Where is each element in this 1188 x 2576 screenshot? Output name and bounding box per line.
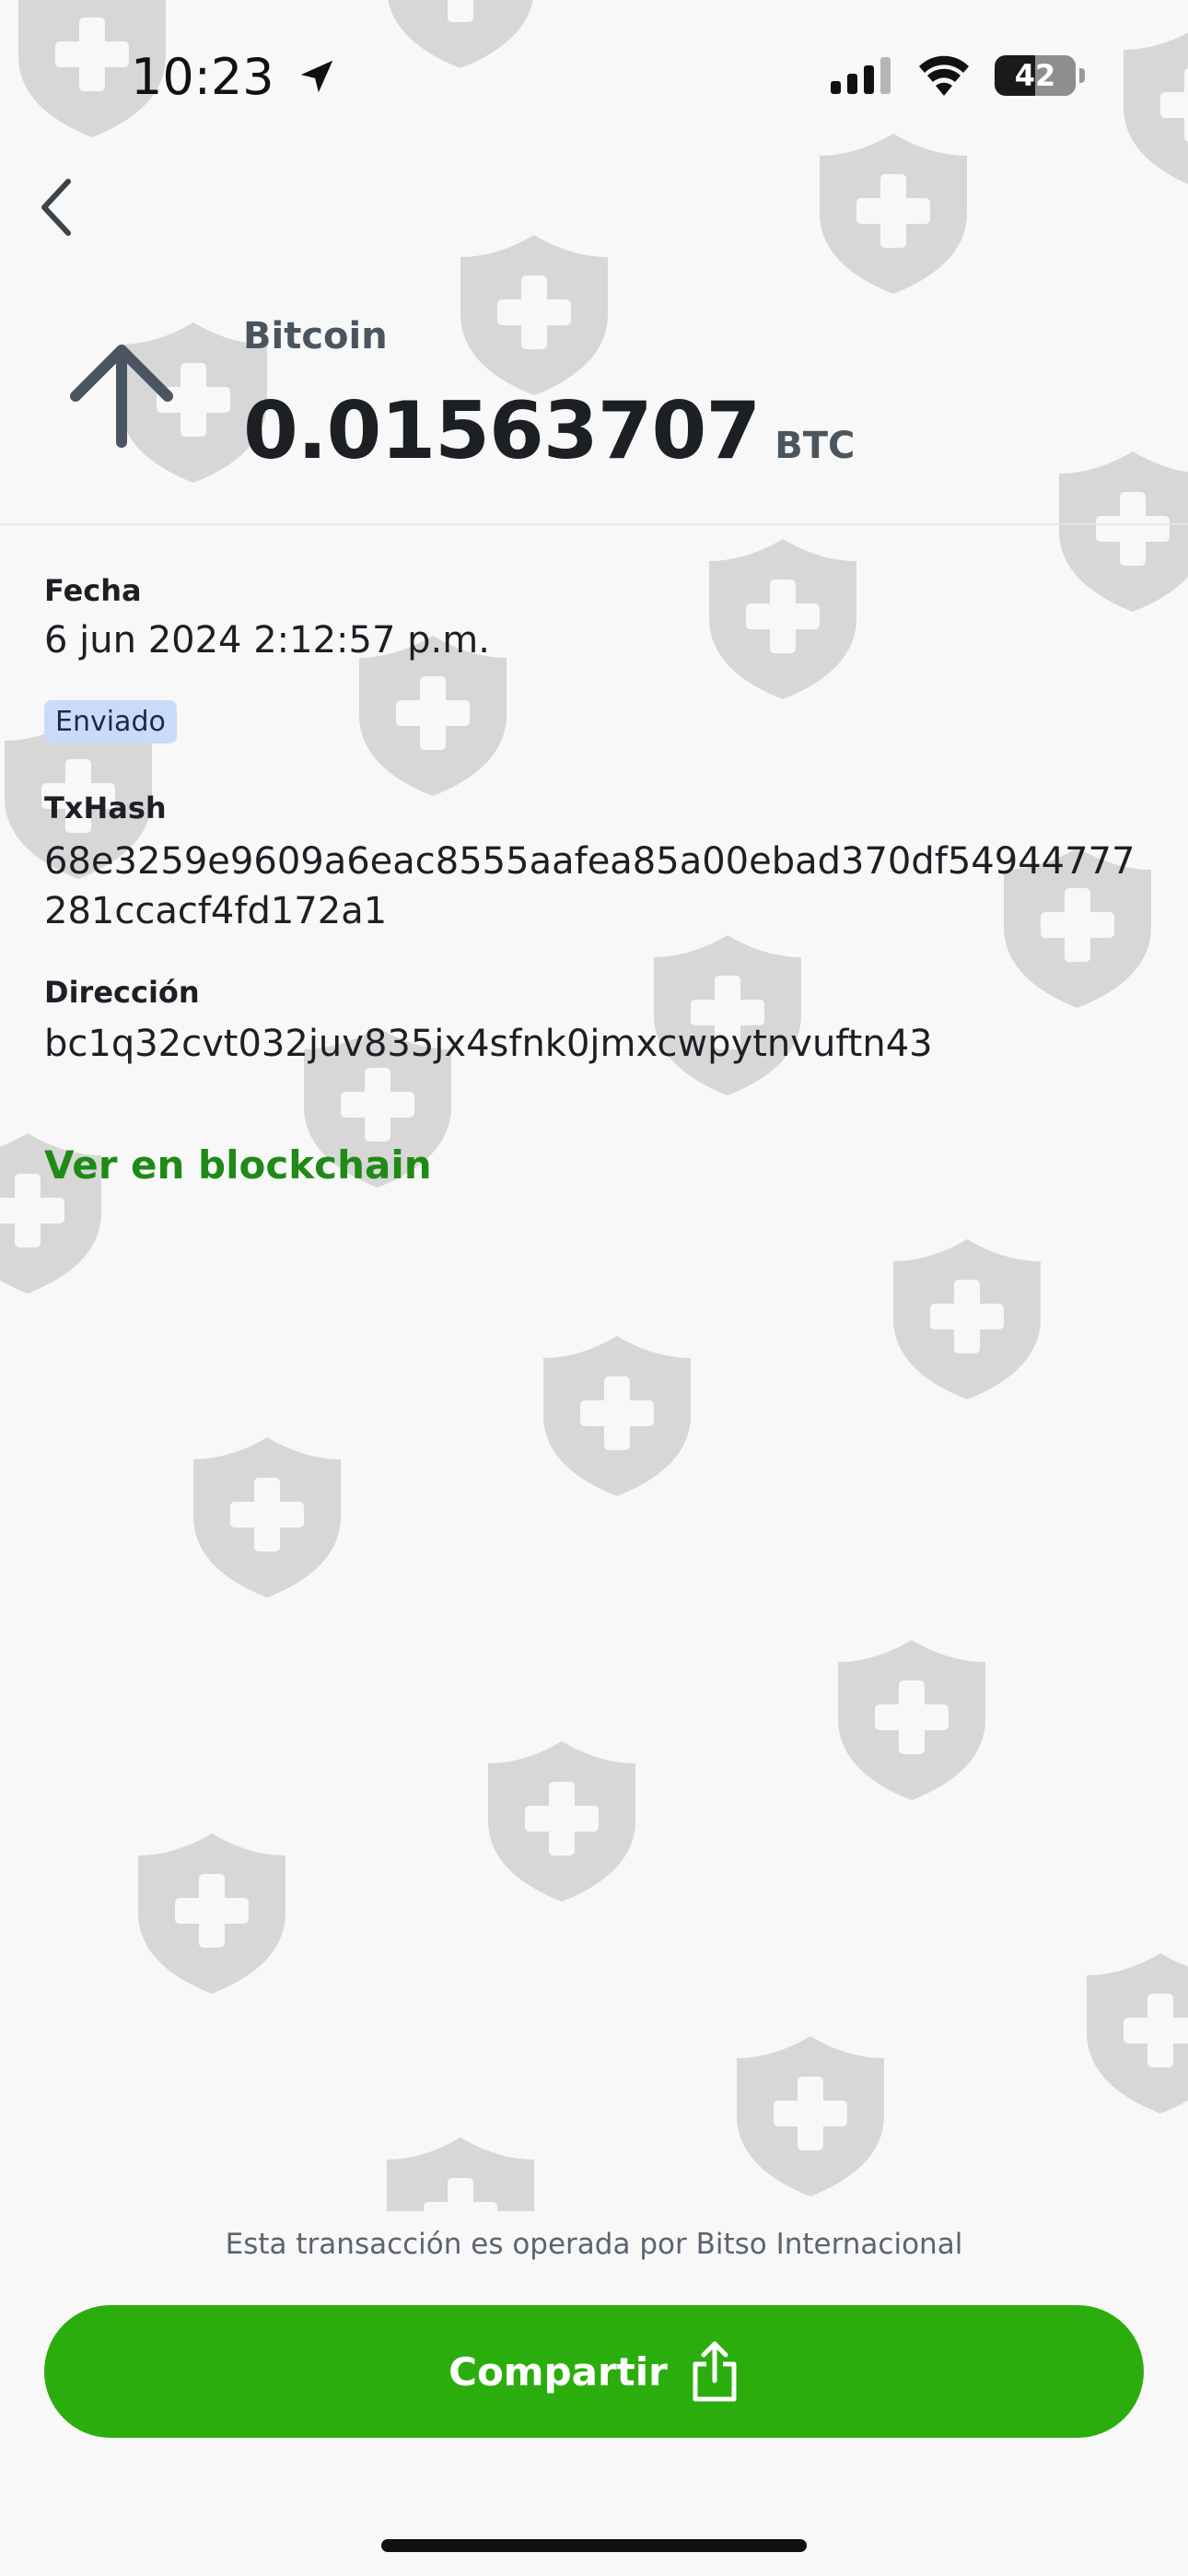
chevron-left-icon bbox=[41, 179, 71, 236]
address-value: bc1q32cvt032juv835jx4sfnk0jmxcwpytnvuftn… bbox=[44, 1023, 933, 1065]
battery-level: 42 bbox=[1014, 58, 1056, 93]
back-button[interactable] bbox=[28, 175, 83, 240]
address-label: Dirección bbox=[44, 975, 200, 1010]
shield-watermark-icon bbox=[488, 1741, 635, 1902]
view-on-blockchain-link[interactable]: Ver en blockchain bbox=[44, 1142, 432, 1188]
shield-watermark-icon bbox=[820, 134, 967, 294]
share-icon bbox=[693, 2341, 737, 2402]
operator-note: Esta transacción es operada por Bitso In… bbox=[225, 2228, 963, 2261]
date-value: 6 jun 2024 2:12:57 p.m. bbox=[44, 619, 490, 662]
shield-watermark-icon bbox=[193, 1437, 341, 1598]
clock-text: 10:23 bbox=[131, 48, 274, 106]
transaction-amount: 0.01563707 bbox=[243, 385, 761, 477]
shield-watermark-icon bbox=[460, 235, 608, 395]
shield-watermark-icon bbox=[1124, 28, 1188, 188]
shield-watermark-pattern bbox=[0, 0, 1188, 2211]
shield-watermark-icon bbox=[1087, 1953, 1188, 2113]
share-button[interactable]: Compartir bbox=[44, 2305, 1144, 2438]
battery-indicator: 42 bbox=[995, 55, 1085, 96]
wifi-icon bbox=[919, 55, 969, 96]
battery-icon: 42 bbox=[995, 55, 1076, 96]
shield-watermark-icon bbox=[387, 2137, 534, 2211]
asset-name: Bitcoin bbox=[243, 315, 388, 357]
shield-watermark-icon bbox=[737, 2036, 884, 2196]
shield-watermark-icon bbox=[138, 1833, 285, 1994]
shield-watermark-icon bbox=[387, 0, 534, 68]
shield-watermark-icon bbox=[709, 539, 856, 699]
currency-code: BTC bbox=[775, 425, 856, 467]
sent-direction bbox=[66, 341, 177, 455]
share-button-label: Compartir bbox=[448, 2348, 668, 2395]
date-label: Fecha bbox=[44, 573, 142, 608]
txhash-label: TxHash bbox=[44, 790, 167, 825]
shield-watermark-icon bbox=[543, 1336, 691, 1496]
amount-row: 0.01563707 BTC bbox=[243, 385, 855, 477]
txhash-value: 68e3259e9609a6eac8555aafea85a00ebad370df… bbox=[44, 840, 1136, 932]
header-divider bbox=[0, 523, 1188, 525]
arrow-up-icon bbox=[70, 345, 173, 448]
location-arrow-icon bbox=[300, 60, 333, 93]
home-indicator bbox=[381, 2539, 807, 2552]
status-bar-indicators: 42 bbox=[831, 55, 1085, 96]
status-badge: Enviado bbox=[44, 700, 177, 744]
shield-watermark-icon bbox=[1059, 451, 1188, 612]
status-bar-time: 10:23 bbox=[131, 48, 338, 106]
shield-watermark-icon bbox=[893, 1239, 1041, 1399]
shield-watermark-icon bbox=[654, 935, 801, 1095]
cellular-signal-icon bbox=[831, 57, 891, 94]
shield-watermark-icon bbox=[838, 1640, 985, 1800]
